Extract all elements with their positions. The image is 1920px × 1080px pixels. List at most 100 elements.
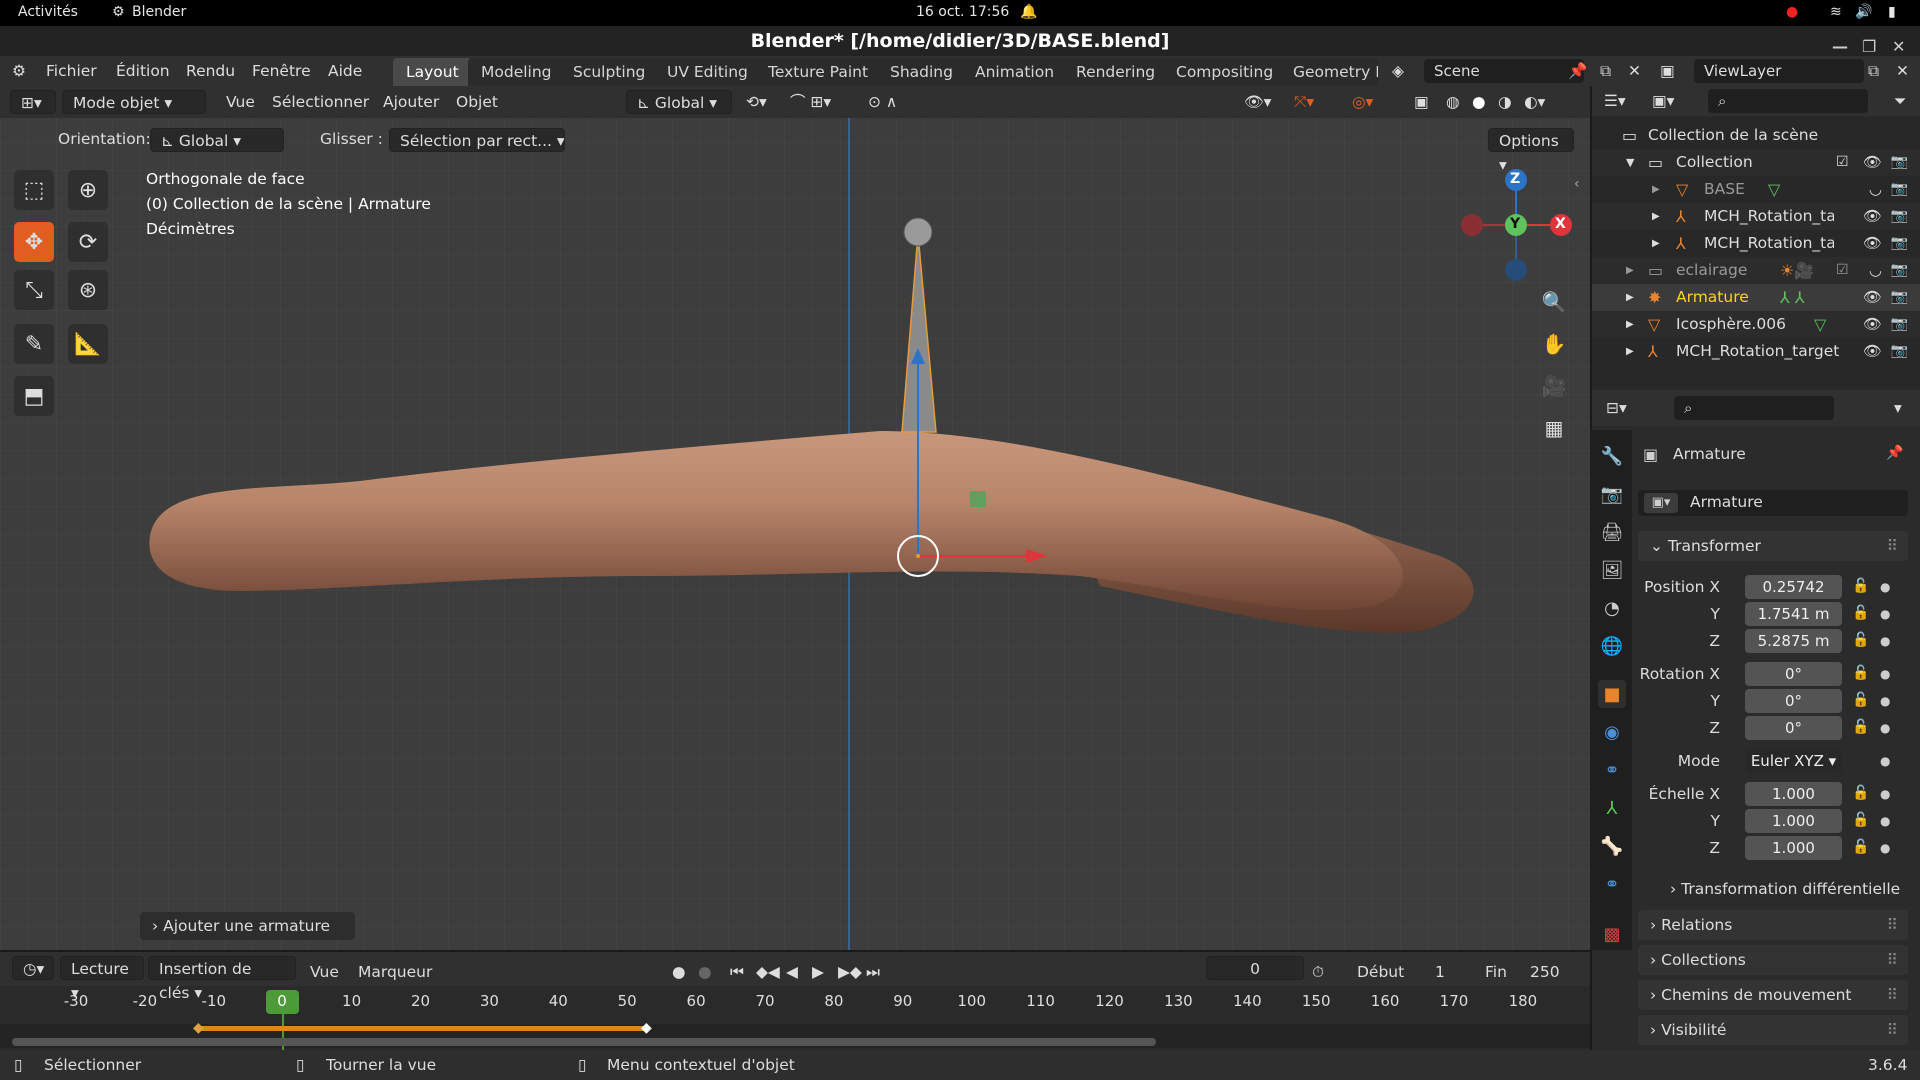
keyframe-dot-icon[interactable]: ● (1880, 841, 1890, 855)
tab-render[interactable]: 📷 (1598, 480, 1626, 508)
menu-rendu[interactable]: Rendu (186, 62, 235, 80)
transform-orientation-dropdown[interactable]: ⊾ Global ▾ (626, 90, 732, 114)
eye-icon[interactable]: 👁 (1863, 284, 1882, 311)
app-name[interactable]: Blender (132, 4, 186, 20)
3d-viewport[interactable]: Z Y X (0, 86, 1590, 950)
display-mode-icon[interactable]: ▣▾ (1652, 89, 1674, 113)
datablock-browse-icon[interactable]: ▣▾ (1644, 493, 1678, 513)
eye-icon[interactable]: 👁 (1863, 149, 1882, 176)
outliner-row-armature[interactable]: ▶ ✸ Armature ⅄ ⅄ 👁 📷 (1592, 284, 1920, 311)
current-frame-field[interactable]: 0 (1206, 956, 1304, 980)
move-tool[interactable]: ✥ (14, 222, 54, 262)
tab-output[interactable]: 🖨 (1598, 518, 1626, 546)
panel-visibility[interactable]: › Visibilité ⠿ (1638, 1015, 1908, 1045)
viewport-canvas[interactable] (0, 86, 1590, 950)
playback-dropdown[interactable]: Lecture ▾ (60, 956, 144, 1002)
battery-icon[interactable]: ▮ (1888, 4, 1896, 20)
pan-hand-icon[interactable]: ✋ (1538, 328, 1570, 360)
delete-scene-icon[interactable]: ✕ (1628, 62, 1641, 80)
menu-fichier[interactable]: Fichier (46, 62, 97, 80)
end-frame-field[interactable]: 250 (1530, 960, 1560, 984)
eye-icon[interactable]: 👁 (1863, 203, 1882, 230)
outliner-search-input[interactable]: ⌕ (1708, 89, 1868, 113)
jump-end-icon[interactable]: ⏭ (866, 960, 880, 984)
blender-logo-icon[interactable]: ⚙ (12, 62, 26, 80)
lock-icon[interactable]: 🔓 (1852, 665, 1869, 681)
drag-handle-icon[interactable]: ⠿ (1887, 980, 1898, 1010)
eye-icon[interactable]: 👁 (1863, 230, 1882, 257)
delta-transform-subpanel[interactable]: › Transformation différentielle (1670, 880, 1900, 898)
rotate-tool[interactable]: ⟳ (68, 222, 108, 262)
delete-viewlayer-icon[interactable]: ✕ (1896, 62, 1909, 80)
menu-vue[interactable]: Vue (226, 90, 255, 114)
drag-handle-icon[interactable]: ⠿ (1887, 531, 1898, 561)
tab-uv-editing[interactable]: UV Editing (654, 58, 761, 86)
play-icon[interactable]: ▶ (812, 960, 824, 984)
play-reverse-icon[interactable]: ◀ (786, 960, 798, 984)
proportional-edit-icon[interactable]: ⊙ ∧ (868, 90, 897, 114)
rotation-y-field[interactable]: 0° (1745, 689, 1842, 713)
expand-right-icon[interactable]: ▶ (1652, 203, 1660, 230)
mode-dropdown[interactable]: Mode objet ▾ (62, 90, 206, 114)
panel-collections[interactable]: › Collections ⠿ (1638, 945, 1908, 975)
checkbox-icon[interactable]: ☑ (1836, 149, 1849, 176)
properties-editor-icon[interactable]: ⊟▾ (1606, 396, 1627, 420)
keyframe-dot-icon[interactable]: ● (1880, 754, 1890, 768)
expand-right-icon[interactable]: ▶ (1652, 230, 1660, 257)
keyframe-dot-icon[interactable]: ● (1880, 787, 1890, 801)
expand-right-icon[interactable]: ▶ (1652, 176, 1660, 203)
scene-field[interactable]: Scene (1424, 59, 1584, 83)
position-x-field[interactable]: 0.25742 (1745, 575, 1842, 599)
expand-right-icon[interactable]: ▶ (1626, 338, 1634, 365)
sidebar-toggle-icon[interactable]: ‹ (1574, 176, 1580, 192)
pivot-icon[interactable]: ⟲▾ (746, 90, 767, 114)
camera-view-icon[interactable]: 🎥 (1538, 370, 1570, 402)
menu-ajouter[interactable]: Ajouter (383, 90, 439, 114)
datablock-field[interactable]: ▣▾ Armature (1638, 490, 1908, 516)
scene-icon[interactable]: ◈ (1392, 62, 1404, 80)
material-shading-icon[interactable]: ◑ (1498, 90, 1512, 114)
tab-sculpting[interactable]: Sculpting (560, 58, 659, 86)
outliner-row-icosphere[interactable]: ▶ ▽ Icosphère.006 ▽ 👁 📷 (1592, 311, 1920, 338)
camera-icon[interactable]: 📷 (1891, 230, 1908, 257)
timeline-scrollbar[interactable] (12, 1038, 1156, 1046)
prev-keyframe-icon[interactable]: ◆◀ (756, 960, 780, 984)
keyframe-dot-icon[interactable]: ● (1880, 814, 1890, 828)
lock-icon[interactable]: 🔓 (1852, 719, 1869, 735)
drag-handle-icon[interactable]: ⠿ (1887, 1015, 1898, 1045)
drag-handle-icon[interactable]: ⠿ (1887, 945, 1898, 975)
scale-tool[interactable]: ⤡ (14, 270, 54, 310)
keyframe-dot-icon[interactable]: ● (1880, 721, 1890, 735)
properties-search-input[interactable]: ⌕ (1674, 396, 1834, 420)
expand-right-icon[interactable]: ▶ (1626, 257, 1634, 284)
lock-icon[interactable]: 🔓 (1852, 785, 1869, 801)
editor-type-dropdown[interactable]: ⊞▾ (10, 90, 56, 114)
lock-icon[interactable]: 🔓 (1852, 578, 1869, 594)
clock[interactable]: 16 oct. 17:56 (916, 4, 1009, 20)
eye-icon[interactable]: 👁 (1863, 338, 1882, 365)
expand-right-icon[interactable]: ▶ (1626, 311, 1634, 338)
wifi-icon[interactable]: ≋ (1830, 4, 1842, 20)
transform-tool[interactable]: ⊛ (68, 270, 108, 310)
outliner-row-mch-2[interactable]: ▶ ⅄ MCH_Rotation_ta 👁 📷 (1592, 230, 1920, 257)
pin-icon[interactable]: 📌 (1568, 62, 1587, 80)
lock-icon[interactable]: 🔓 (1852, 605, 1869, 621)
eye-closed-icon[interactable]: ◡ (1869, 176, 1882, 203)
viewlayer-field[interactable]: ViewLayer (1694, 59, 1864, 83)
next-keyframe-icon[interactable]: ▶◆ (838, 960, 862, 984)
outliner-editor-icon[interactable]: ☰▾ (1604, 89, 1626, 113)
snap-icon[interactable]: ⌒ ⊞▾ (790, 90, 831, 114)
tab-texture[interactable]: ▩ (1598, 920, 1626, 948)
camera-icon[interactable]: 📷 (1891, 284, 1908, 311)
camera-icon[interactable]: 📷 (1891, 176, 1908, 203)
add-cube-tool[interactable]: ⬒ (14, 376, 54, 416)
rotation-mode-dropdown[interactable]: Euler XYZ ▾ (1745, 749, 1842, 773)
keyframe-start-icon[interactable]: ◆ (193, 1020, 204, 1036)
menu-aide[interactable]: Aide (328, 62, 362, 80)
tab-animation[interactable]: Animation (962, 58, 1068, 86)
rendered-shading-icon[interactable]: ◐▾ (1524, 90, 1545, 114)
eye-icon[interactable]: 👁 (1863, 311, 1882, 338)
auto-key-icon[interactable]: ● (698, 960, 712, 984)
menu-fenetre[interactable]: Fenêtre (252, 62, 311, 80)
menu-selectionner[interactable]: Sélectionner (272, 90, 369, 114)
